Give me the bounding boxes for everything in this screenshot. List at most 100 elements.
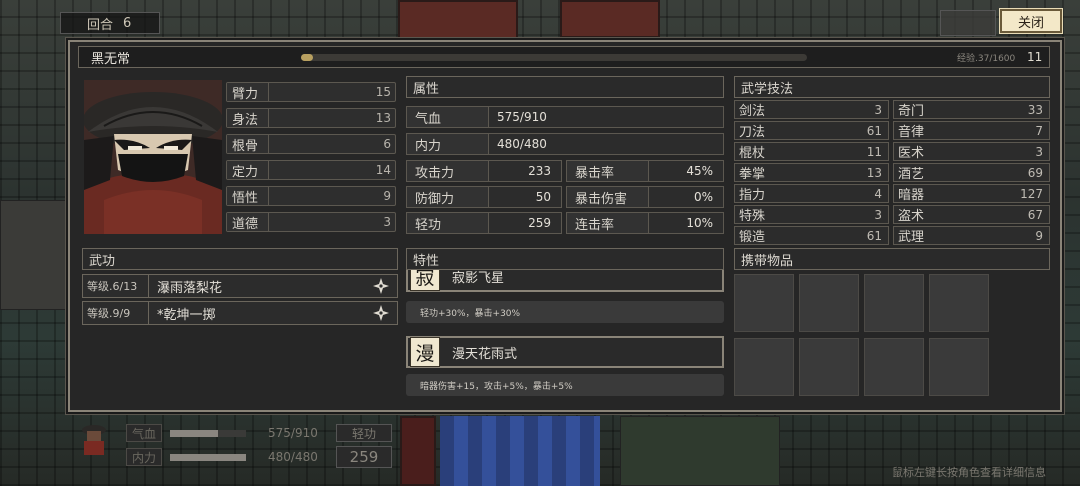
skill-value: 67 (1027, 207, 1043, 222)
inventory-header: 携带物品 (734, 248, 1050, 270)
building-wall (620, 416, 780, 486)
skill-value: 7 (1035, 123, 1043, 138)
skill-name: 拳掌 (739, 167, 766, 182)
hud-hp-label: 气血 (126, 424, 162, 442)
trait-desc: 轻功+30%，暴击+30% (406, 301, 724, 323)
stat-row: 身法 13 (226, 108, 396, 128)
crit-damage-row: 暴击伤害 0% (566, 186, 724, 208)
stat-row: 臂力 15 (226, 82, 396, 102)
exp-bar-fill (301, 54, 313, 61)
skill-name: 锻造 (739, 230, 766, 245)
traits-header: 特性 (406, 248, 724, 270)
trait-name: 寂影飞星 (452, 270, 505, 286)
inventory-slot[interactable] (799, 274, 859, 332)
crit-rate-row: 暴击率 45% (566, 160, 724, 182)
martial-item[interactable]: 等级.6/13 瀑雨落梨花 (82, 274, 398, 298)
skill-value: 61 (866, 228, 882, 243)
round-label: 回合 (87, 17, 114, 33)
skill-name: 指力 (739, 188, 766, 203)
hud-qinggong-value: 259 (336, 446, 392, 468)
trait-desc: 暗器伤害+15，攻击+5%，暴击+5% (406, 374, 724, 396)
hud-hp-bar (170, 430, 246, 437)
stat-value: 15 (375, 85, 391, 99)
stat-row: 道德 3 (226, 212, 396, 232)
exp-bar (301, 54, 807, 61)
character-name: 黑无常 (91, 51, 131, 67)
skill-value: 11 (866, 144, 882, 159)
trait-glyph: 漫 (410, 337, 440, 367)
trait-glyph: 寂 (410, 270, 440, 291)
close-button[interactable]: 关闭 (999, 8, 1063, 34)
attr-label: 攻击力 (407, 161, 489, 181)
trait-name: 漫天花雨式 (452, 346, 518, 362)
skill-name: 特殊 (739, 209, 766, 224)
attr-label: 轻功 (407, 213, 489, 233)
skills-header: 武学技法 (734, 76, 1050, 98)
attr-value: 50 (535, 190, 551, 204)
attr-value: 233 (528, 164, 551, 178)
building-wall (0, 200, 66, 310)
inventory-slot[interactable] (864, 338, 924, 396)
skill-name: 奇门 (898, 104, 925, 119)
character-portrait[interactable] (84, 80, 222, 234)
inventory-slot[interactable] (929, 274, 989, 332)
skill-name: 医术 (898, 146, 925, 161)
skill-row: 音律 7 (893, 121, 1050, 140)
stat-value: 3 (383, 215, 391, 229)
hud-mp-bar (170, 454, 246, 461)
mp-label: 内力 (407, 134, 489, 154)
martial-item[interactable]: 等级.9/9 *乾坤一掷 (82, 301, 398, 325)
hp-row: 气血 575/910 (406, 106, 724, 128)
skill-value: 127 (1020, 186, 1043, 201)
attr-label: 连击率 (567, 213, 649, 233)
skill-value: 3 (874, 102, 882, 117)
skill-name: 暗器 (898, 188, 925, 203)
shuriken-icon (373, 278, 389, 294)
skill-value: 3 (1035, 144, 1043, 159)
martial-name: *乾坤一掷 (157, 307, 216, 323)
toolbar-button-bg (940, 10, 996, 36)
skill-row: 拳掌 13 (734, 163, 889, 182)
trait-item[interactable]: 寂 寂影飞星 (406, 270, 724, 292)
inventory-slot[interactable] (734, 338, 794, 396)
attributes-header: 属性 (406, 76, 724, 98)
skill-row: 剑法 3 (734, 100, 889, 119)
character-sprite[interactable] (74, 420, 114, 460)
attr-value: 259 (528, 216, 551, 230)
hud-mp-fill (170, 454, 246, 461)
shuriken-icon (373, 305, 389, 321)
skill-value: 33 (1027, 102, 1043, 117)
hud-qinggong-label: 轻功 (336, 424, 392, 442)
skill-row: 武理 9 (893, 226, 1050, 245)
inventory-slot[interactable] (799, 338, 859, 396)
rooftop (400, 416, 436, 486)
rooftop (560, 0, 660, 38)
martial-level: 等级.9/9 (83, 302, 149, 324)
skill-value: 4 (874, 186, 882, 201)
stat-row: 定力 14 (226, 160, 396, 180)
hud-mp-label: 内力 (126, 448, 162, 466)
traits-scroll[interactable]: 寂 寂影飞星 轻功+30%，暴击+30% 漫 漫天花雨式 暗器伤害+15，攻击+… (406, 270, 724, 422)
stat-row: 悟性 9 (226, 186, 396, 206)
skill-name: 酒艺 (898, 167, 925, 182)
skill-row: 盗术 67 (893, 205, 1050, 224)
water-tiles (440, 416, 600, 486)
hp-label: 气血 (407, 107, 489, 127)
round-counter: 回合 6 (60, 12, 160, 34)
skill-row: 特殊 3 (734, 205, 889, 224)
skill-name: 武理 (898, 230, 925, 245)
skill-value: 69 (1027, 165, 1043, 180)
trait-item[interactable]: 漫 漫天花雨式 (406, 336, 724, 368)
skill-row: 酒艺 69 (893, 163, 1050, 182)
martial-header: 武功 (82, 248, 398, 270)
stat-label: 定力 (227, 161, 270, 180)
stat-value: 6 (383, 137, 391, 151)
round-value: 6 (123, 15, 132, 31)
inventory-slot[interactable] (929, 338, 989, 396)
inventory-slot[interactable] (864, 274, 924, 332)
stat-label: 臂力 (227, 83, 270, 102)
inventory-slot[interactable] (734, 274, 794, 332)
qinggong-row: 轻功 259 (406, 212, 562, 234)
skill-value: 61 (866, 123, 882, 138)
attr-value: 45% (686, 164, 713, 178)
